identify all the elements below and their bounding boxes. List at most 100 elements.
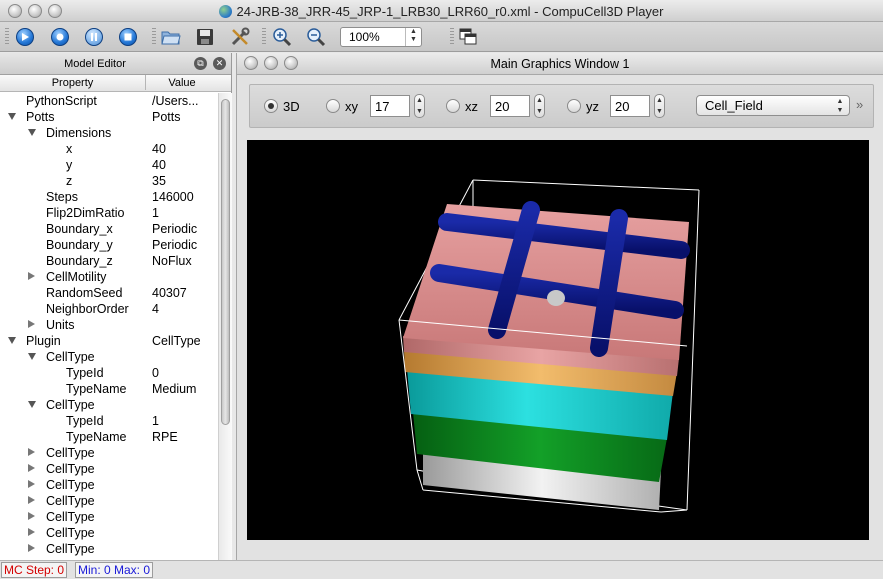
expanded-arrow-icon[interactable] (28, 401, 36, 408)
radio-yz-label[interactable]: yz (586, 99, 599, 114)
scrollbar-thumb[interactable] (221, 99, 230, 425)
tree-row[interactable]: Dimensions (0, 125, 218, 141)
tree-row-value[interactable]: 35 (152, 174, 166, 188)
toolbar-grip[interactable] (152, 28, 156, 46)
tree-row-value[interactable]: RPE (152, 430, 178, 444)
tree-row-value[interactable]: Periodic (152, 222, 197, 236)
expanded-arrow-icon[interactable] (28, 353, 36, 360)
tree-row[interactable]: TypeName Medium (0, 381, 218, 397)
tree-row-value[interactable]: 4 (152, 302, 159, 316)
tree-row[interactable]: Potts Potts (0, 109, 218, 125)
collapsed-arrow-icon[interactable] (28, 464, 35, 472)
tree-row[interactable]: CellType (0, 493, 218, 509)
tree-row-value[interactable]: 1 (152, 414, 159, 428)
radio-xz[interactable] (446, 99, 460, 113)
expanded-arrow-icon[interactable] (8, 113, 16, 120)
zoom-out-button[interactable] (305, 26, 327, 48)
tree-row[interactable]: Boundary_y Periodic (0, 237, 218, 253)
tree-row[interactable]: CellType (0, 397, 218, 413)
zoom-select[interactable]: 100% ▲ ▼ (340, 27, 422, 47)
tools-button[interactable] (229, 26, 251, 48)
tree-row[interactable]: RandomSeed 40307 (0, 285, 218, 301)
xy-slice-input[interactable]: 17 (370, 95, 410, 117)
tree-row-value[interactable]: 0 (152, 366, 159, 380)
tree-row[interactable]: z 35 (0, 173, 218, 189)
tree-row[interactable]: CellType (0, 477, 218, 493)
model-tree[interactable]: PythonScript/Users... Potts Potts Dimension… (0, 93, 218, 560)
tree-row[interactable]: NeighborOrder 4 (0, 301, 218, 317)
tree-row[interactable]: Flip2DimRatio 1 (0, 205, 218, 221)
tree-row-value[interactable]: Periodic (152, 238, 197, 252)
stop-button[interactable] (117, 26, 139, 48)
zoom-in-button[interactable] (271, 26, 293, 48)
tree-row-value[interactable]: /Users... (152, 94, 199, 108)
tree-row-value[interactable]: NoFlux (152, 254, 192, 268)
tree-row[interactable]: PythonScript/Users... (0, 93, 218, 109)
tree-row[interactable]: CellType (0, 509, 218, 525)
field-select[interactable]: Cell_Field ▲ ▼ (696, 95, 850, 116)
toolbar-grip[interactable] (450, 28, 454, 46)
toolbar-grip[interactable] (5, 28, 9, 46)
yz-slice-stepper[interactable]: ▲ ▼ (654, 94, 665, 118)
tree-row[interactable]: CellType (0, 525, 218, 541)
close-panel-button[interactable]: ✕ (213, 57, 226, 70)
radio-xz-label[interactable]: xz (465, 99, 478, 114)
tree-row[interactable]: y 40 (0, 157, 218, 173)
run-button[interactable] (14, 26, 36, 48)
collapsed-arrow-icon[interactable] (28, 272, 35, 280)
expanded-arrow-icon[interactable] (8, 337, 16, 344)
expanded-arrow-icon[interactable] (28, 129, 36, 136)
radio-3d-label[interactable]: 3D (283, 99, 300, 114)
tree-row[interactable]: x 40 (0, 141, 218, 157)
tree-row-value[interactable]: 40 (152, 142, 166, 156)
radio-yz[interactable] (567, 99, 581, 113)
tree-row[interactable]: Steps 146000 (0, 189, 218, 205)
tile-windows-button[interactable] (457, 26, 479, 48)
column-header-property[interactable]: Property (0, 75, 146, 90)
tree-row[interactable]: TypeId 1 (0, 413, 218, 429)
tree-row-value[interactable]: Potts (152, 110, 181, 124)
tree-row-value[interactable]: 1 (152, 206, 159, 220)
tree-row-value[interactable]: CellType (152, 334, 201, 348)
collapsed-arrow-icon[interactable] (28, 448, 35, 456)
pause-button[interactable] (83, 26, 105, 48)
undock-panel-button[interactable]: ⧉ (194, 57, 207, 70)
tree-row[interactable]: CellType (0, 445, 218, 461)
collapsed-arrow-icon[interactable] (28, 320, 35, 328)
tree-row[interactable]: Plugin CellType (0, 333, 218, 349)
column-header-value[interactable]: Value (147, 77, 217, 89)
radio-xy[interactable] (326, 99, 340, 113)
collapsed-arrow-icon[interactable] (28, 480, 35, 488)
radio-xy-label[interactable]: xy (345, 99, 358, 114)
xz-slice-input[interactable]: 20 (490, 95, 530, 117)
tree-row[interactable]: CellType (0, 349, 218, 365)
tree-row-value[interactable]: 146000 (152, 190, 194, 204)
tree-row[interactable]: Boundary_x Periodic (0, 221, 218, 237)
tree-row[interactable]: CellMotility (0, 269, 218, 285)
tree-row[interactable]: CellType (0, 541, 218, 557)
toolbar-grip[interactable] (262, 28, 266, 46)
collapsed-arrow-icon[interactable] (28, 496, 35, 504)
collapsed-arrow-icon[interactable] (28, 512, 35, 520)
xz-slice-stepper[interactable]: ▲ ▼ (534, 94, 545, 118)
tree-row-value[interactable]: 40 (152, 158, 166, 172)
tree-row[interactable]: Boundary_z NoFlux (0, 253, 218, 269)
radio-3d[interactable] (264, 99, 278, 113)
step-button[interactable] (49, 26, 71, 48)
tree-row[interactable]: Units (0, 317, 218, 333)
tree-row-value[interactable]: 40307 (152, 286, 187, 300)
toolbar-extension-button[interactable]: » (856, 97, 863, 112)
tree-row-value[interactable]: Medium (152, 382, 196, 396)
tree-row[interactable]: TypeName RPE (0, 429, 218, 445)
collapsed-arrow-icon[interactable] (28, 528, 35, 536)
collapsed-arrow-icon[interactable] (28, 544, 35, 552)
yz-slice-input[interactable]: 20 (610, 95, 650, 117)
save-button[interactable] (194, 26, 216, 48)
tree-row[interactable]: TypeId 0 (0, 365, 218, 381)
xy-slice-stepper[interactable]: ▲ ▼ (414, 94, 425, 118)
save-icon (197, 29, 213, 45)
model-tree-scrollbar[interactable] (218, 93, 232, 560)
3d-render-canvas[interactable] (247, 140, 869, 540)
tree-row[interactable]: CellType (0, 461, 218, 477)
open-button[interactable] (160, 26, 182, 48)
